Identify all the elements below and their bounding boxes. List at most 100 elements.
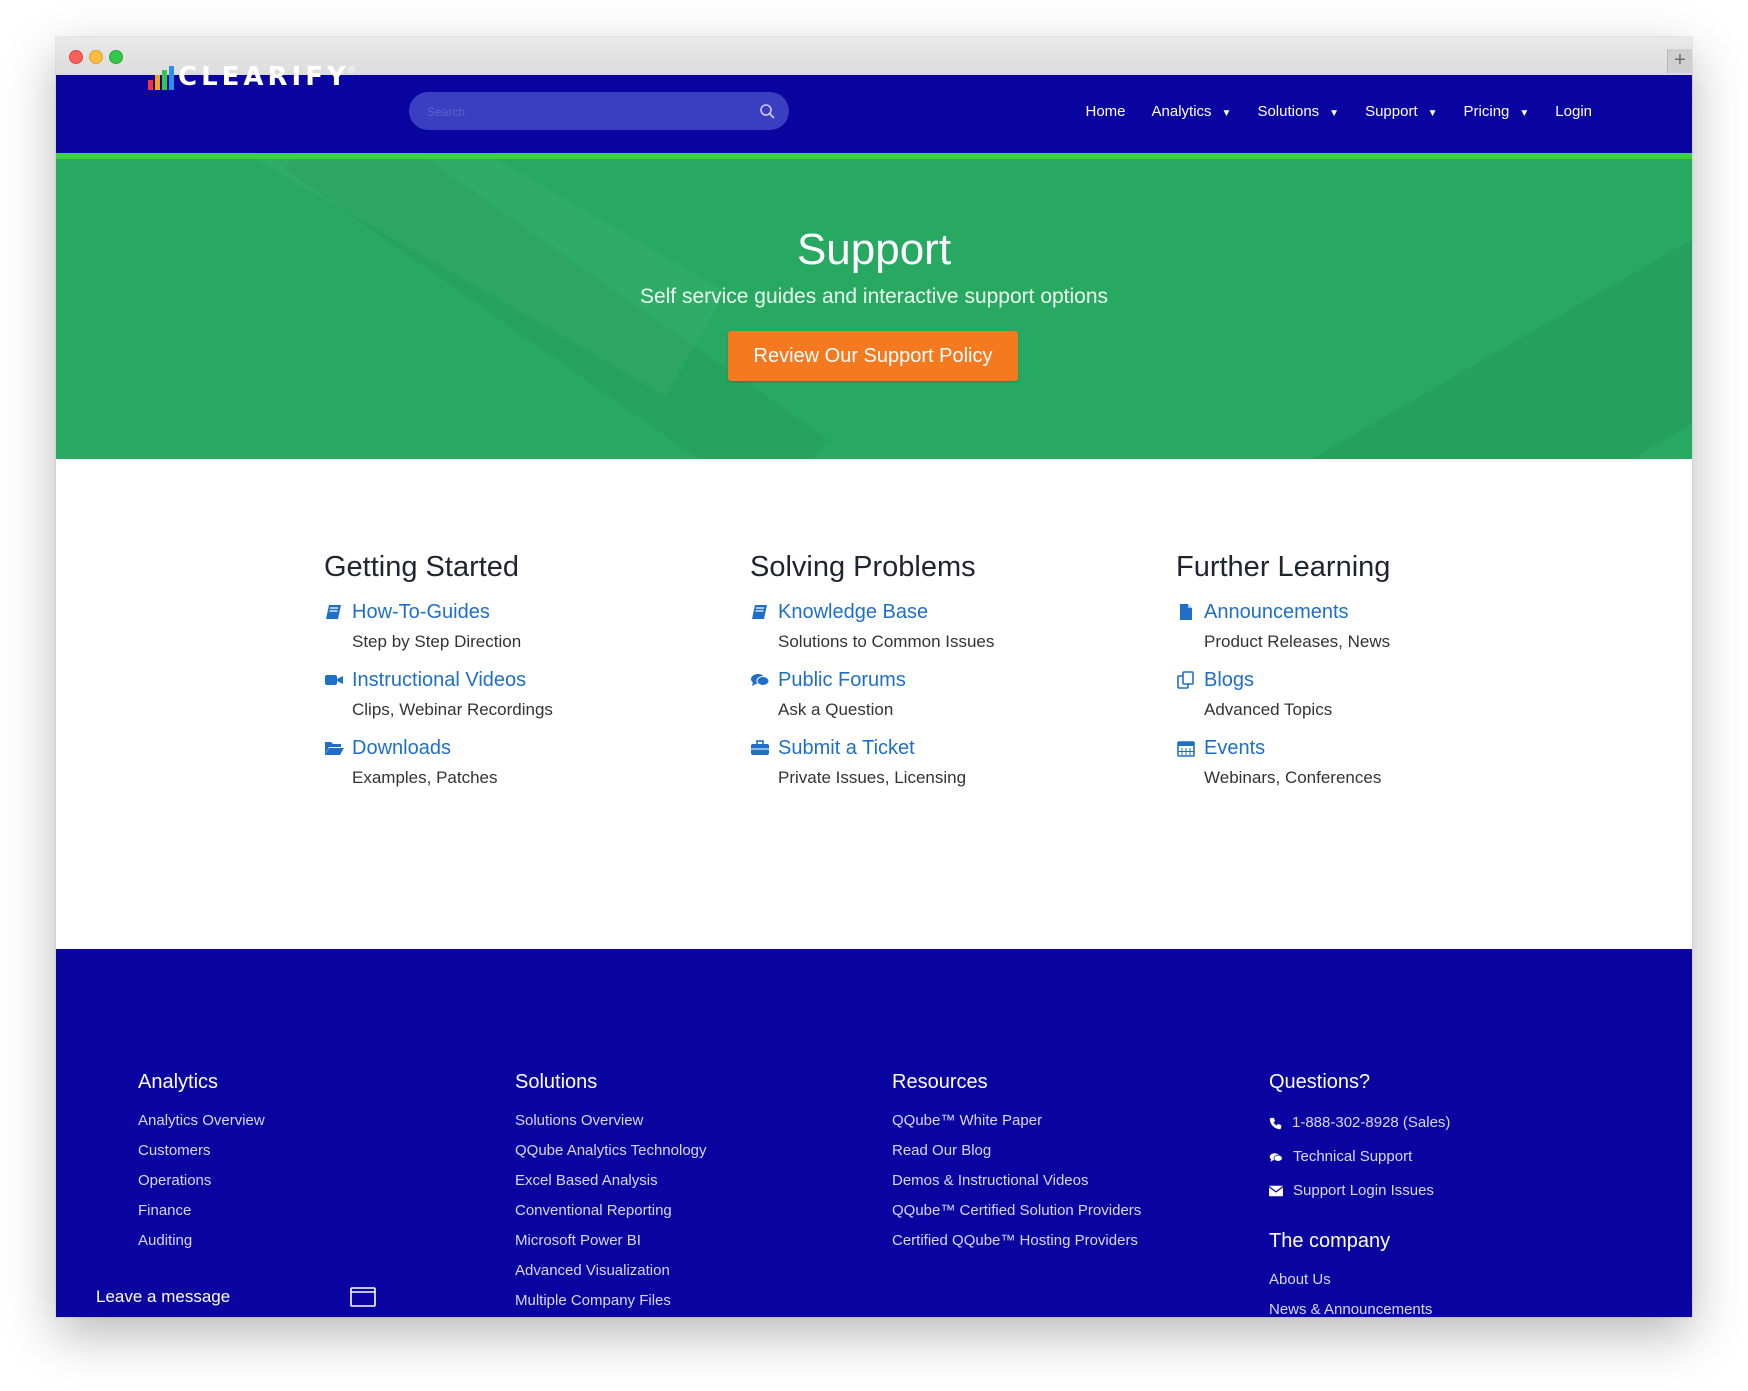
link-description: Examples, Patches	[352, 768, 498, 787]
footer-link[interactable]: Customers	[138, 1136, 265, 1166]
nav-item-login[interactable]: Login	[1555, 103, 1592, 120]
footer-analytics: Analytics Analytics Overview Customers O…	[138, 1071, 265, 1256]
search-input[interactable]	[425, 101, 749, 123]
maximize-window-button[interactable]	[109, 50, 123, 64]
footer-link[interactable]: Finance	[138, 1196, 265, 1226]
section-solving-problems: Solving Problems Knowledge Base Solution…	[750, 551, 1130, 804]
section-getting-started: Getting Started How-To-Guides Step by St…	[324, 551, 704, 804]
document-icon	[1180, 604, 1192, 620]
briefcase-icon	[751, 740, 769, 755]
nav-item-pricing[interactable]: Pricing ▼	[1464, 103, 1530, 120]
list-item: Instructional Videos Clips, Webinar Reco…	[324, 668, 704, 736]
close-window-button[interactable]	[69, 50, 83, 64]
blogs-link[interactable]: Blogs	[1204, 668, 1556, 692]
link-description: Private Issues, Licensing	[778, 768, 967, 787]
footer-contact-phone[interactable]: 1-888-302-8928 (Sales)	[1269, 1106, 1450, 1140]
link-description: Product Releases, News	[1204, 632, 1391, 651]
folder-open-icon	[325, 742, 344, 755]
comments-icon	[751, 674, 770, 686]
footer-link[interactable]: Demos & Instructional Videos	[892, 1166, 1141, 1196]
nav-item-solutions[interactable]: Solutions ▼	[1257, 103, 1339, 120]
footer-link[interactable]: Excel Based Analysis	[515, 1166, 707, 1196]
list-item: Submit a Ticket Private Issues, Licensin…	[750, 736, 1130, 804]
footer-heading: The company	[1269, 1230, 1391, 1252]
list-item: Public Forums Ask a Question	[750, 668, 1130, 736]
chevron-down-icon: ▼	[1519, 107, 1530, 119]
hero-title: Support	[796, 225, 952, 274]
chevron-down-icon: ▼	[1427, 107, 1438, 119]
comments-icon	[1269, 1152, 1283, 1162]
chevron-down-icon: ▼	[1221, 107, 1232, 119]
knowledge-base-link[interactable]: Knowledge Base	[778, 600, 1130, 624]
logo-text: CLEARIFY	[178, 62, 350, 92]
footer-resources: Resources QQube™ White Paper Read Our Bl…	[892, 1071, 1141, 1256]
new-tab-button[interactable]: +	[1667, 49, 1692, 73]
footer-link[interactable]: About Us	[1269, 1265, 1450, 1295]
footer-solutions: Solutions Solutions Overview QQube Analy…	[515, 1071, 707, 1316]
logo-bar	[169, 66, 174, 90]
section-further-learning: Further Learning Announcements Product R…	[1176, 551, 1556, 804]
support-sections: Getting Started How-To-Guides Step by St…	[56, 459, 1692, 949]
events-link[interactable]: Events	[1204, 736, 1556, 760]
section-heading: Getting Started	[324, 551, 520, 583]
submit-ticket-link[interactable]: Submit a Ticket	[778, 736, 1130, 760]
list-item: Announcements Product Releases, News	[1176, 600, 1556, 668]
search-icon[interactable]	[759, 103, 775, 119]
list-item: Blogs Advanced Topics	[1176, 668, 1556, 736]
footer-link[interactable]: Operations	[138, 1166, 265, 1196]
list-item: Downloads Examples, Patches	[324, 736, 704, 804]
footer-link[interactable]: QQube™ White Paper	[892, 1106, 1141, 1136]
footer-heading: Questions?	[1269, 1071, 1371, 1093]
site-footer: Analytics Analytics Overview Customers O…	[56, 949, 1692, 1317]
footer-link[interactable]: QQube Analytics Technology	[515, 1136, 707, 1166]
footer-link[interactable]: Conventional Reporting	[515, 1196, 707, 1226]
link-description: Solutions to Common Issues	[778, 632, 995, 651]
footer-link[interactable]: Multiple Company Files	[515, 1286, 707, 1316]
nav-item-home[interactable]: Home	[1086, 103, 1126, 120]
footer-link[interactable]: News & Announcements	[1269, 1295, 1450, 1317]
footer-heading: Solutions	[515, 1071, 598, 1093]
leave-message-widget[interactable]: Leave a message	[96, 1282, 376, 1312]
hero-decoration	[1076, 159, 1692, 459]
main-nav: Home Analytics ▼ Solutions ▼ Support ▼ Pric…	[1060, 97, 1593, 125]
footer-contact-support[interactable]: Technical Support	[1269, 1140, 1450, 1174]
list-item: Knowledge Base Solutions to Common Issue…	[750, 600, 1130, 668]
section-heading: Further Learning	[1176, 551, 1391, 583]
footer-link[interactable]: Certified QQube™ Hosting Providers	[892, 1226, 1141, 1256]
logo-bar	[148, 80, 153, 90]
how-to-guides-link[interactable]: How-To-Guides	[352, 600, 704, 624]
footer-link[interactable]: Advanced Visualization	[515, 1256, 707, 1286]
phone-icon	[1269, 1117, 1282, 1129]
link-description: Webinars, Conferences	[1204, 768, 1382, 787]
hero-banner: Support Self service guides and interact…	[56, 159, 1692, 459]
video-camera-icon	[325, 675, 343, 685]
link-description: Clips, Webinar Recordings	[352, 700, 553, 719]
downloads-link[interactable]: Downloads	[352, 736, 704, 760]
envelope-icon	[1269, 1185, 1283, 1197]
nav-item-analytics[interactable]: Analytics ▼	[1152, 103, 1232, 120]
browser-window: + CLEARIFY ® Home Analytics▼ Solutions▼ …	[56, 37, 1692, 1317]
footer-link[interactable]: Read Our Blog	[892, 1136, 1141, 1166]
public-forums-link[interactable]: Public Forums	[778, 668, 1130, 692]
copy-icon	[1177, 671, 1194, 689]
footer-link[interactable]: QQube™ Certified Solution Providers	[892, 1196, 1141, 1226]
footer-link[interactable]: Microsoft Power BI	[515, 1226, 707, 1256]
hero-subtitle: Self service guides and interactive supp…	[639, 285, 1109, 308]
logo-bar	[155, 75, 160, 90]
support-policy-button[interactable]: Review Our Support Policy	[728, 331, 1018, 381]
chevron-down-icon: ▼	[1329, 107, 1340, 119]
footer-heading: Resources	[892, 1071, 988, 1093]
nav-item-support[interactable]: Support ▼	[1365, 103, 1437, 120]
footer-link[interactable]: Analytics Overview	[138, 1106, 265, 1136]
announcements-link[interactable]: Announcements	[1204, 600, 1556, 624]
instructional-videos-link[interactable]: Instructional Videos	[352, 668, 704, 692]
link-description: Ask a Question	[778, 700, 894, 719]
footer-link[interactable]: Auditing	[138, 1226, 265, 1256]
site-logo[interactable]: CLEARIFY ®	[148, 64, 355, 90]
footer-link[interactable]: Solutions Overview	[515, 1106, 707, 1136]
list-item: Events Webinars, Conferences	[1176, 736, 1556, 804]
chat-window-icon[interactable]	[350, 1287, 376, 1307]
chat-label: Leave a message	[96, 1287, 231, 1306]
footer-contact-login[interactable]: Support Login Issues	[1269, 1174, 1450, 1208]
minimize-window-button[interactable]	[89, 50, 103, 64]
